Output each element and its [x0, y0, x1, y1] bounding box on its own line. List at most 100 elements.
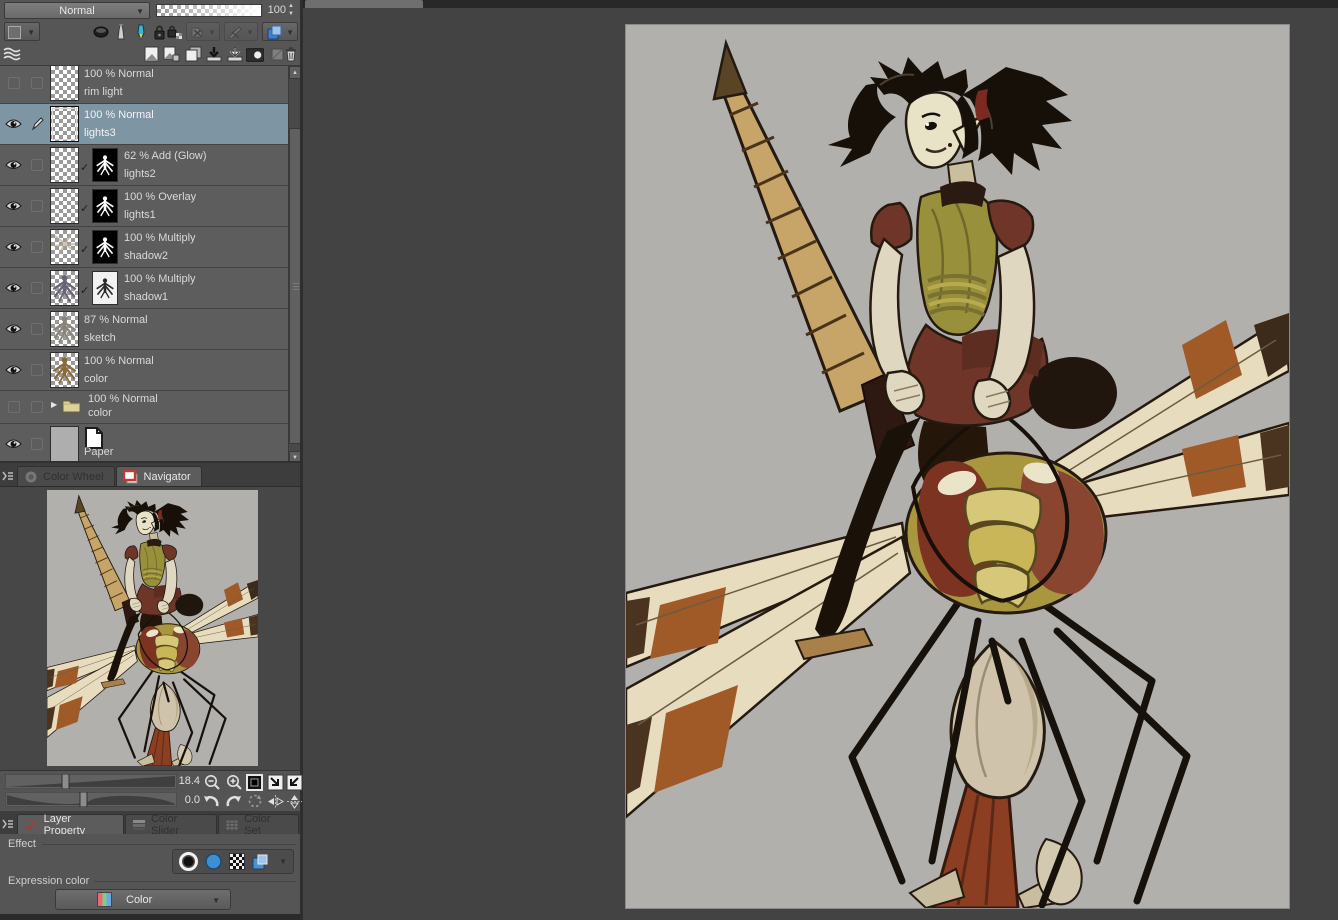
eye-icon[interactable] — [5, 200, 22, 212]
folder-expand-icon[interactable]: ▶ — [51, 400, 57, 409]
layer-thumbnail[interactable] — [50, 147, 79, 183]
eye-icon[interactable] — [5, 241, 22, 253]
canvas-artwork[interactable] — [626, 25, 1289, 908]
eye-icon[interactable] — [5, 364, 22, 376]
scrollbar-thumb[interactable] — [289, 128, 300, 444]
layer-color-effect-icon[interactable] — [251, 853, 269, 871]
opacity-spinner-up[interactable]: ▲ — [288, 2, 294, 10]
layer-row-lights2[interactable]: ✓ 62 % Add (Glow) lights2 — [0, 145, 288, 186]
rotate-right-icon[interactable] — [224, 792, 243, 810]
eye-icon[interactable] — [5, 323, 22, 335]
layer-row-lights1[interactable]: ✓ 100 % Overlay lights1 — [0, 186, 288, 227]
expression-color-label: Expression color — [8, 875, 90, 887]
layer-thumbnail[interactable] — [50, 66, 79, 101]
expression-color-dropdown[interactable]: Color ▼ — [55, 889, 231, 910]
layer-thumbnail[interactable] — [50, 229, 79, 265]
create-layer-mask-icon[interactable] — [246, 46, 264, 64]
new-raster-layer-icon[interactable] — [142, 45, 160, 63]
airbrush-icon[interactable] — [112, 23, 130, 41]
document-tab[interactable] — [305, 0, 423, 8]
fit-to-window-icon[interactable] — [285, 773, 304, 791]
lock-checkbox-icon[interactable] — [31, 241, 43, 253]
layer-mask-thumbnail[interactable] — [92, 271, 118, 305]
chevron-down-icon[interactable]: ▼ — [279, 857, 287, 866]
visibility-checkbox-icon[interactable] — [7, 77, 20, 89]
layer-row-rim-light[interactable]: 100 % Normal rim light — [0, 66, 288, 104]
lock-checkbox-icon[interactable] — [31, 77, 43, 89]
tone-effect-icon[interactable] — [229, 853, 246, 870]
tab-color-slider[interactable]: Color Slider — [124, 813, 218, 837]
set-as-draft-button-disabled[interactable]: ▼ — [186, 22, 220, 41]
layer-row-sketch[interactable]: 87 % Normal sketch — [0, 309, 288, 350]
zoom-out-icon[interactable] — [202, 773, 221, 791]
layer-search-icon[interactable] — [3, 45, 21, 63]
fit-to-screen-icon[interactable] — [266, 773, 285, 791]
duplicate-layer-icon[interactable] — [184, 45, 202, 63]
layer-thumbnail[interactable] — [50, 311, 79, 347]
pen-icon[interactable] — [132, 23, 150, 41]
lock-checkbox-icon[interactable] — [31, 159, 43, 171]
layer-row-shadow2[interactable]: ✓ 100 % Multiply shadow2 — [0, 227, 288, 268]
reset-rotation-icon[interactable] — [245, 792, 264, 810]
ruler-button-disabled[interactable]: ▼ — [224, 22, 258, 41]
tab-navigator[interactable]: Navigator — [115, 466, 202, 486]
lock-transparent-pixels-icon[interactable] — [166, 23, 184, 41]
lock-checkbox-icon[interactable] — [31, 438, 43, 450]
delete-layer-icon[interactable] — [282, 45, 300, 63]
layers-scrollbar[interactable]: ▲ ▼ — [288, 66, 300, 461]
layer-thumbnail[interactable] — [50, 106, 79, 142]
transfer-down-icon[interactable] — [205, 45, 223, 63]
panel-menu-icon[interactable] — [1, 468, 15, 484]
visibility-checkbox-icon[interactable] — [7, 401, 20, 413]
flip-horizontal-icon[interactable] — [266, 792, 285, 810]
reference-layer-button[interactable]: ▼ — [262, 22, 298, 41]
new-vector-layer-icon[interactable] — [162, 45, 180, 63]
layer-color-swatch-button[interactable]: ▼ — [4, 22, 40, 41]
panel-menu-icon[interactable] — [1, 816, 15, 832]
opacity-spinner-down[interactable]: ▼ — [288, 10, 294, 18]
blend-mode-dropdown[interactable]: Normal ▼ — [4, 2, 150, 19]
rotation-slider[interactable] — [5, 792, 177, 807]
layer-thumbnail[interactable] — [50, 426, 79, 461]
layer-mask-thumbnail[interactable] — [92, 230, 118, 264]
layer-thumbnail[interactable] — [50, 270, 79, 306]
canvas-area[interactable] — [303, 0, 1338, 920]
lock-checkbox-icon[interactable] — [31, 364, 43, 376]
lock-checkbox-icon[interactable] — [31, 282, 43, 294]
chevron-down-icon: ▼ — [246, 28, 254, 37]
eye-icon[interactable] — [5, 118, 22, 130]
lock-checkbox-icon[interactable] — [31, 200, 43, 212]
border-effect-icon[interactable] — [179, 852, 198, 871]
layer-mask-thumbnail[interactable] — [92, 148, 118, 182]
opacity-slider[interactable] — [156, 4, 262, 17]
rotate-left-icon[interactable] — [202, 792, 221, 810]
watercolor-edge-icon[interactable] — [204, 852, 223, 871]
layer-row-color-folder[interactable]: ▶ 100 % Normal color — [0, 391, 288, 424]
eye-icon[interactable] — [5, 282, 22, 294]
layer-mask-thumbnail[interactable] — [92, 189, 118, 223]
zoom-in-icon[interactable] — [224, 773, 243, 791]
layer-row-paper[interactable]: Paper — [0, 424, 288, 461]
merge-down-icon[interactable] — [226, 45, 244, 63]
layer-row-color[interactable]: 100 % Normal color — [0, 350, 288, 391]
layer-row-shadow1[interactable]: ✓ 100 % Multiply shadow1 — [0, 268, 288, 309]
scroll-down-icon[interactable]: ▼ — [289, 451, 300, 461]
canvas-document[interactable] — [626, 25, 1289, 908]
zoom-slider[interactable] — [5, 774, 177, 789]
tab-color-wheel[interactable]: Color Wheel — [17, 466, 115, 486]
navigator-preview[interactable] — [47, 490, 258, 766]
scroll-up-icon[interactable]: ▲ — [289, 66, 300, 79]
layer-thumbnail[interactable] — [50, 188, 79, 224]
layer-thumbnail[interactable] — [50, 352, 79, 388]
flip-vertical-icon[interactable] — [285, 792, 304, 810]
layer-row-lights3[interactable]: 100 % Normal lights3 — [0, 104, 288, 145]
mask-visibility-icon[interactable] — [92, 23, 110, 41]
tab-layer-property[interactable]: Layer Property — [16, 813, 124, 837]
zoom-100-icon[interactable] — [245, 773, 264, 791]
eye-icon[interactable] — [5, 438, 22, 450]
eye-icon[interactable] — [5, 159, 22, 171]
lock-checkbox-icon[interactable] — [31, 401, 43, 413]
opacity-value: 100 — [267, 4, 286, 16]
lock-checkbox-icon[interactable] — [31, 323, 43, 335]
tab-color-set[interactable]: Color Set — [218, 813, 299, 837]
